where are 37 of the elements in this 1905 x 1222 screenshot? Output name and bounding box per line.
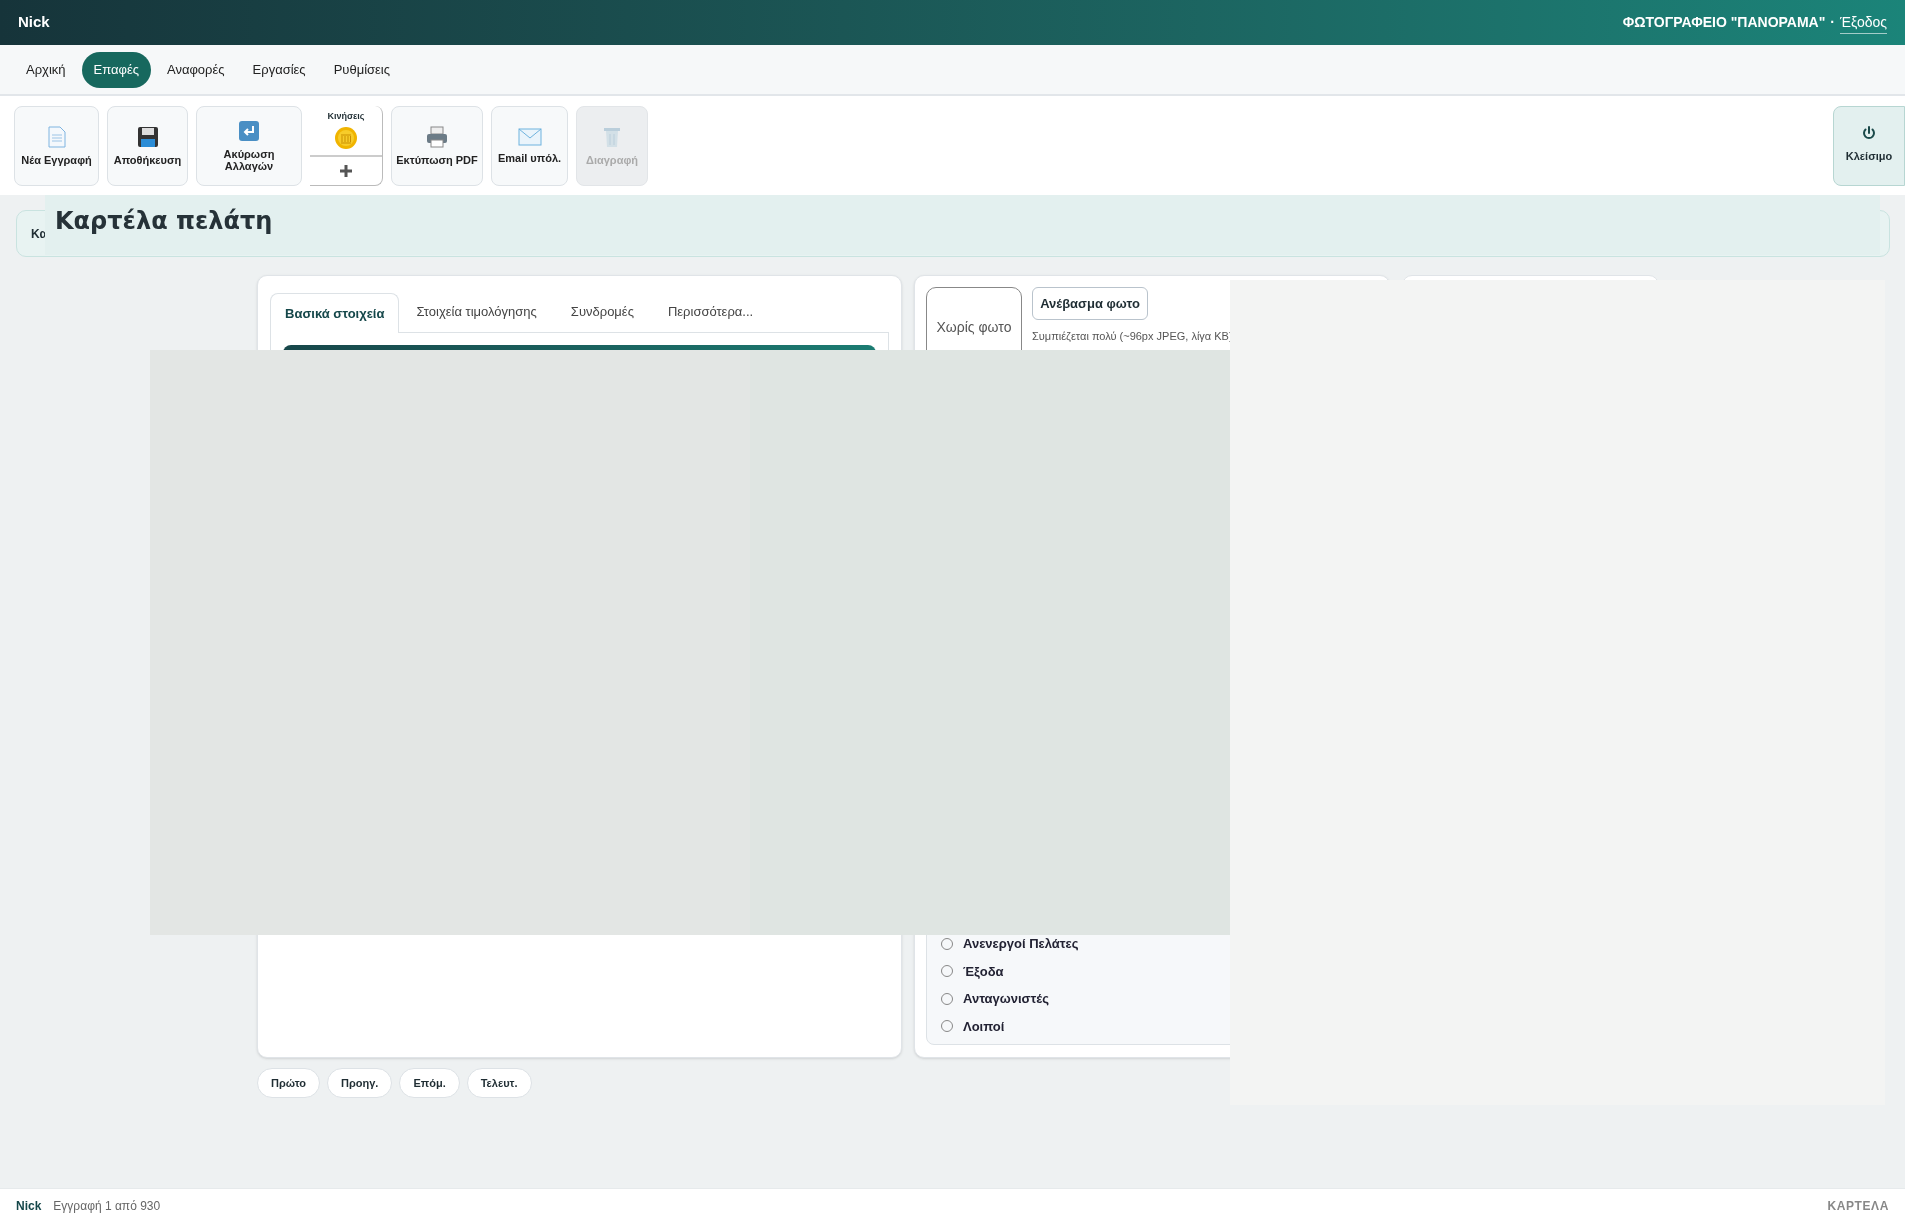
toolbar-button[interactable]: Email υπόλ. [491,105,568,186]
form-tab[interactable]: Βασικά στοιχεία [270,293,400,333]
toolbar-button[interactable]: Εκτύπωση PDF [391,105,483,186]
logout-link[interactable]: Έξοδος [1840,11,1887,34]
toolbar-button[interactable]: Νέα Εγγραφή [14,105,99,186]
nav-tab[interactable]: Αναφορές [155,51,237,88]
upload-button[interactable]: Ανέβασμα φωτο [1032,287,1148,320]
user-name: Nick [18,12,50,33]
nav-tab[interactable]: Ρυθμίσεις [321,51,402,88]
page-title: Καρτέλα πελάτη [55,206,273,237]
trash-can-icon [602,125,622,148]
nav-tab[interactable]: Εργασίες [240,51,318,88]
plus-icon [339,163,353,178]
printer-icon [426,125,448,148]
form-tab[interactable]: Συνδρομές [553,292,651,332]
separator: · [1830,13,1835,32]
pager-button[interactable]: Πρώτο [257,1068,321,1098]
close-button[interactable]: Κλείσιμο [1833,105,1905,186]
coin-icon [334,125,358,150]
nav-tab[interactable]: Αρχική [14,51,78,88]
split-button[interactable]: Κινήσεις [310,105,383,186]
company-name: ΦΩΤΟΓΡΑΦΕΙΟ "ΠΑΝΟΡΑΜΑ" [1622,13,1826,32]
pager-button[interactable]: Τελευτ. [466,1068,532,1098]
pager-button[interactable]: Επόμ. [399,1068,460,1098]
form-tab[interactable]: Στοιχεία τιμολόγησης [399,292,554,332]
pager-button[interactable]: Προηγ. [327,1068,393,1098]
toolbar-button[interactable]: Αποθήκευση [107,105,188,186]
document-icon [46,125,67,148]
status-user: Nick [16,1197,42,1215]
movements-button[interactable]: Κινήσεις [310,105,382,157]
nav-tab[interactable]: Επαφές [81,51,151,88]
envelope-icon [517,127,542,146]
view-label: ΚΑΡΤΕΛΑ [1827,1197,1889,1215]
form-tab[interactable]: Περισσότερα... [650,292,771,332]
power-icon [1862,126,1876,141]
record-counter: Εγγραφή 1 από 930 [53,1197,161,1215]
toolbar-button[interactable]: Ακύρωση Αλλαγών [196,105,302,186]
